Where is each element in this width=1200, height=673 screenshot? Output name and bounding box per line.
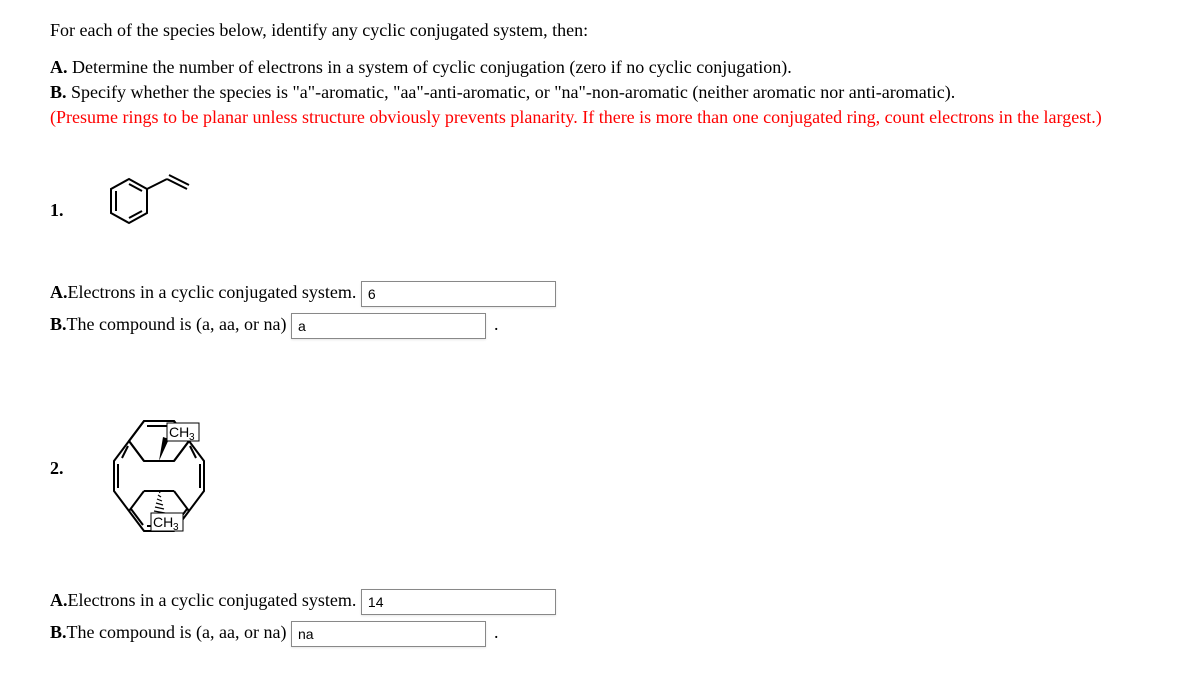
part-a-line: A. Determine the number of electrons in … — [50, 55, 1150, 80]
problem-2-number: 2. — [50, 458, 64, 479]
problem-1-block: 1. A.Electrons in a cyclic conjugated sy… — [50, 171, 1150, 339]
answer-b-input-1[interactable] — [291, 313, 486, 339]
structure-1 — [89, 171, 229, 251]
svg-text:3: 3 — [173, 522, 179, 533]
part-b-line: B. Specify whether the species is "a"-ar… — [50, 80, 1150, 105]
answer-a-label-2: A. — [50, 590, 68, 610]
problem-2-answer-a: A.Electrons in a cyclic conjugated syste… — [50, 589, 1150, 615]
answer-a-input-1[interactable] — [361, 281, 556, 307]
problem-2-block: 2. — [50, 379, 1150, 647]
part-b-label: B. — [50, 82, 67, 102]
answer-b-text-2: The compound is (a, aa, or na) — [67, 622, 287, 642]
part-a-label: A. — [50, 57, 68, 77]
presume-text: (Presume rings to be planar unless struc… — [50, 105, 1150, 130]
answer-a-label: A. — [50, 282, 68, 302]
intro-text: For each of the species below, identify … — [50, 20, 1150, 41]
structure-2: CH 3 CH 3 — [89, 379, 269, 559]
problem-1-answer-a: A.Electrons in a cyclic conjugated syste… — [50, 281, 1150, 307]
problem-1-number: 1. — [50, 200, 64, 221]
period: . — [494, 314, 499, 334]
answer-b-label-2: B. — [50, 622, 67, 642]
answer-b-label: B. — [50, 314, 67, 334]
problem-1-row: 1. — [50, 171, 1150, 251]
svg-text:CH: CH — [169, 424, 189, 440]
answer-a-text: Electrons in a cyclic conjugated system. — [68, 282, 357, 302]
part-b-text: Specify whether the species is "a"-aroma… — [67, 82, 956, 102]
svg-text:CH: CH — [153, 514, 173, 530]
answer-b-text: The compound is (a, aa, or na) — [67, 314, 287, 334]
part-a-text: Determine the number of electrons in a s… — [68, 57, 792, 77]
svg-text:3: 3 — [189, 432, 195, 443]
problem-2-row: 2. — [50, 379, 1150, 559]
answer-a-input-2[interactable] — [361, 589, 556, 615]
problem-1-answer-b: B.The compound is (a, aa, or na) . — [50, 313, 1150, 339]
period-2: . — [494, 622, 499, 642]
answer-a-text-2: Electrons in a cyclic conjugated system. — [68, 590, 357, 610]
